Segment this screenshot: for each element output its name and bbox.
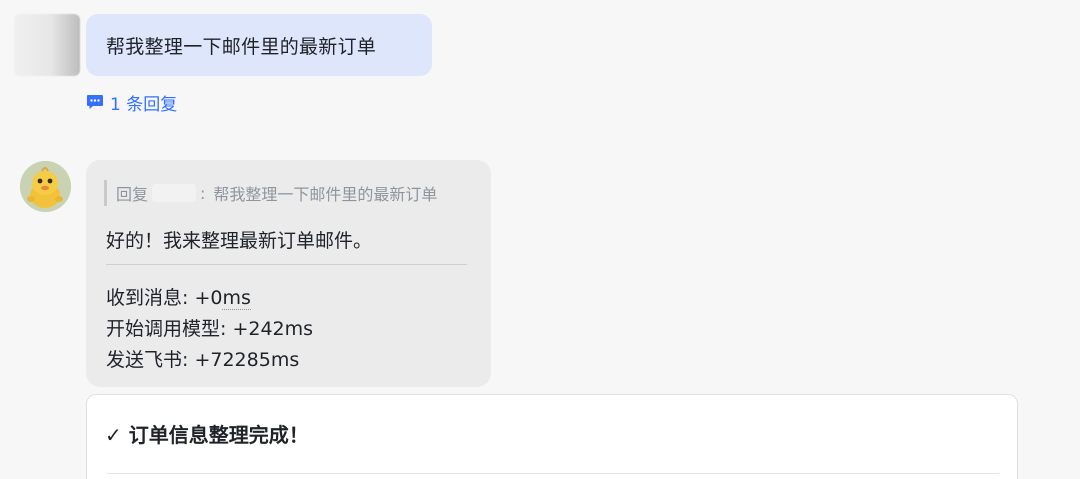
bot-avatar[interactable] [20, 161, 71, 212]
comment-icon [87, 95, 103, 109]
reply-count-link[interactable]: 1 条回复 [86, 89, 177, 115]
quoted-user-name-redacted [152, 184, 197, 202]
user-message-bubble[interactable]: 帮我整理一下邮件里的最新订单 [86, 14, 432, 76]
timing-send-feishu: 发送飞书: +72285ms [106, 345, 299, 372]
chat-thread: 帮我整理一下邮件里的最新订单 1 条回复 回复 : 帮我整理一下邮件里的最新订单… [0, 0, 1080, 479]
timing-received: 收到消息: +0ms [106, 283, 251, 310]
reply-count-label: 1 条回复 [110, 94, 178, 115]
timing-label: 收到消息: [106, 287, 189, 309]
card-title-text: 订单信息整理完成！ [128, 423, 309, 447]
user-avatar[interactable] [14, 14, 80, 76]
quote-text: 帮我整理一下邮件里的最新订单 [213, 185, 438, 204]
timing-value-prefix: +0 [194, 287, 223, 309]
quote-colon: : [200, 183, 206, 203]
message-divider [106, 264, 467, 265]
timing-value: +72285ms [194, 349, 300, 371]
timing-value-unit: ms [222, 287, 251, 310]
card-title: ✓ 订单信息整理完成！ [105, 419, 309, 448]
mascot-icon [20, 161, 71, 212]
user-message-text: 帮我整理一下邮件里的最新订单 [106, 35, 377, 58]
timing-value: +242ms [232, 318, 314, 340]
result-card[interactable]: ✓ 订单信息整理完成！ [86, 394, 1018, 479]
bot-message-bubble[interactable]: 回复 : 帮我整理一下邮件里的最新订单 好的！我来整理最新订单邮件。 收到消息:… [86, 160, 491, 387]
timing-label: 开始调用模型: [106, 318, 227, 340]
timing-label: 发送飞书: [106, 349, 189, 371]
check-icon: ✓ [105, 423, 122, 447]
card-divider [107, 473, 999, 474]
timing-model-call: 开始调用模型: +242ms [106, 314, 313, 341]
quote-prefix: 回复 [116, 185, 149, 204]
reply-quote: 回复 : 帮我整理一下邮件里的最新订单 [104, 180, 437, 206]
bot-reply-text: 好的！我来整理最新订单邮件。 [106, 230, 373, 252]
